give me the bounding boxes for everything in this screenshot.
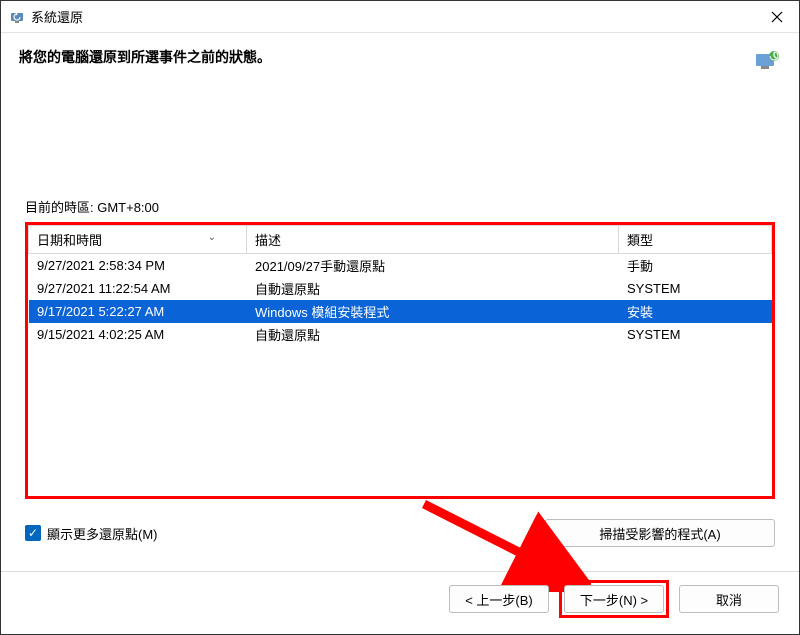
checkbox-checked-icon: ✓: [25, 525, 41, 541]
cell-type: SYSTEM: [619, 277, 772, 300]
table-empty-area: [28, 346, 772, 496]
table-row[interactable]: 9/27/2021 11:22:54 AM自動還原點SYSTEM: [29, 277, 772, 300]
table-row[interactable]: 9/15/2021 4:02:25 AM自動還原點SYSTEM: [29, 323, 772, 346]
cell-date: 9/27/2021 11:22:54 AM: [29, 277, 247, 300]
cell-desc: 自動還原點: [247, 277, 619, 300]
next-button[interactable]: 下一步(N) >: [564, 585, 664, 613]
next-button-highlight: 下一步(N) >: [559, 580, 669, 618]
titlebar: 系統還原: [1, 1, 799, 33]
separator: [1, 571, 799, 572]
header: 將您的電腦還原到所選事件之前的狀態。: [1, 33, 799, 85]
table-row[interactable]: 9/27/2021 2:58:34 PM2021/09/27手動還原點手動: [29, 254, 772, 278]
show-more-label: 顯示更多還原點(M): [47, 524, 158, 543]
footer-buttons: < 上一步(B) 下一步(N) > 取消: [449, 580, 779, 618]
content-area: 目前的時區: GMT+8:00 日期和時間 ⌄ 描述 類型 9/27/2021 …: [1, 85, 799, 547]
show-more-checkbox[interactable]: ✓ 顯示更多還原點(M): [25, 524, 533, 543]
cell-type: 手動: [619, 254, 772, 278]
table-row[interactable]: 9/17/2021 5:22:27 AMWindows 模組安裝程式安裝: [29, 300, 772, 323]
window-title: 系統還原: [31, 7, 767, 26]
restore-icon: [753, 47, 781, 75]
header-text: 將您的電腦還原到所選事件之前的狀態。: [19, 47, 753, 67]
cell-date: 9/15/2021 4:02:25 AM: [29, 323, 247, 346]
cell-type: 安裝: [619, 300, 772, 323]
column-header-type[interactable]: 類型: [619, 226, 772, 254]
restore-points-table-highlight: 日期和時間 ⌄ 描述 類型 9/27/2021 2:58:34 PM2021/0…: [25, 222, 775, 499]
back-button[interactable]: < 上一步(B): [449, 585, 549, 613]
cell-date: 9/27/2021 2:58:34 PM: [29, 254, 247, 278]
cancel-button[interactable]: 取消: [679, 585, 779, 613]
cell-desc: Windows 模組安裝程式: [247, 300, 619, 323]
column-header-date[interactable]: 日期和時間 ⌄: [29, 226, 247, 254]
timezone-label: 目前的時區: GMT+8:00: [25, 197, 775, 216]
restore-points-table[interactable]: 日期和時間 ⌄ 描述 類型 9/27/2021 2:58:34 PM2021/0…: [28, 225, 772, 346]
cell-desc: 自動還原點: [247, 323, 619, 346]
cell-desc: 2021/09/27手動還原點: [247, 254, 619, 278]
system-restore-icon: [9, 9, 25, 25]
column-header-desc[interactable]: 描述: [247, 226, 619, 254]
scan-affected-button[interactable]: 掃描受影響的程式(A): [545, 519, 775, 547]
column-header-date-label: 日期和時間: [37, 233, 102, 248]
close-button[interactable]: [767, 7, 787, 27]
sort-indicator-icon: ⌄: [208, 232, 216, 243]
cell-type: SYSTEM: [619, 323, 772, 346]
cell-date: 9/17/2021 5:22:27 AM: [29, 300, 247, 323]
